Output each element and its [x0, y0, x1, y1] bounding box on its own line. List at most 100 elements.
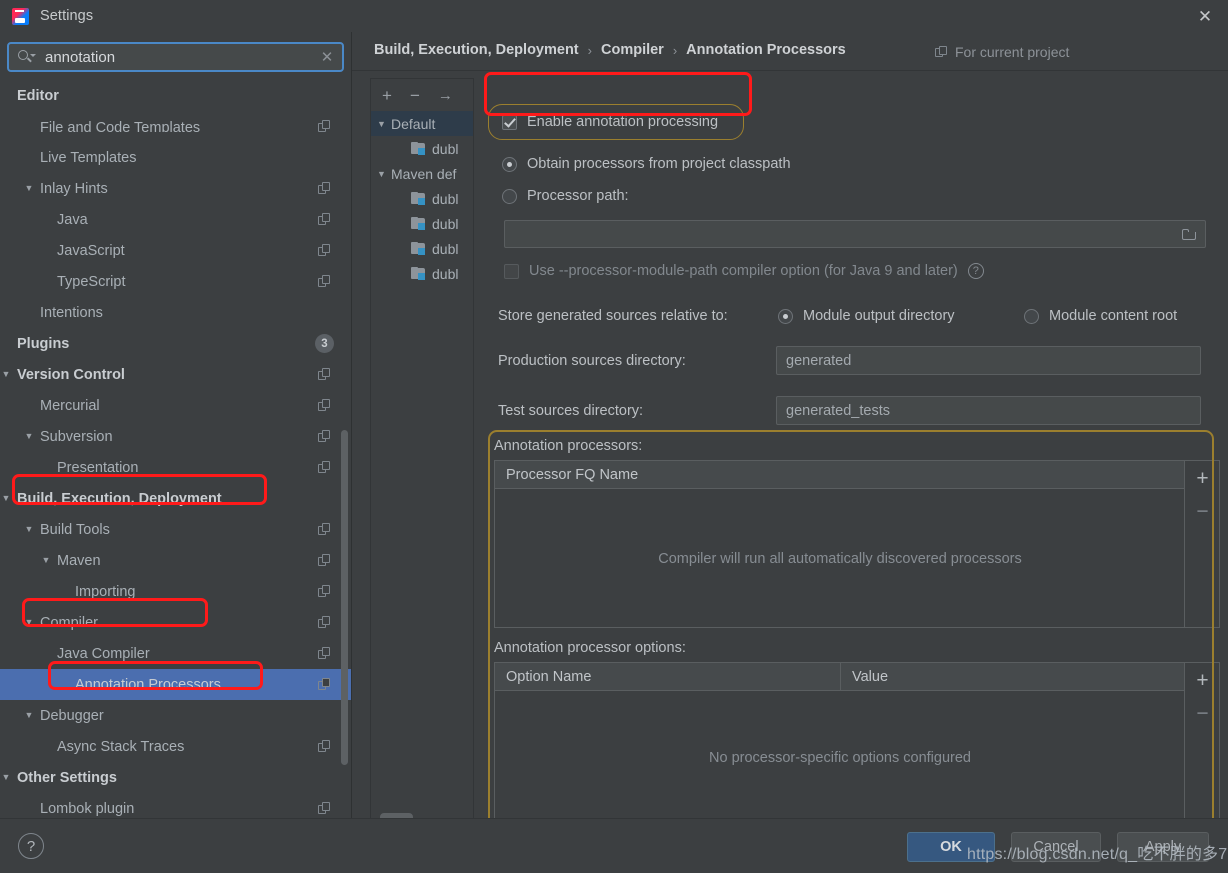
sidebar-item-java-compiler[interactable]: Java Compiler [0, 638, 351, 669]
sidebar-item-other-settings[interactable]: ▼ Other Settings [0, 762, 351, 793]
copy-icon[interactable] [318, 244, 331, 257]
column-value[interactable]: Value [840, 663, 1185, 690]
add-option-button[interactable]: + [1185, 670, 1220, 691]
remove-profile-button[interactable]: − [410, 87, 420, 104]
sidebar-item-file-and-code-templates[interactable]: File and Code Templates [0, 111, 351, 142]
test-sources-input[interactable]: generated_tests [776, 396, 1201, 425]
processor-path-input[interactable] [504, 220, 1206, 248]
copy-icon[interactable] [318, 678, 331, 691]
module-row[interactable]: dubl [371, 236, 473, 261]
processor-path-row[interactable]: Processor path: [502, 188, 629, 204]
annotation-processors-table[interactable]: Processor FQ Name Compiler will run all … [494, 460, 1220, 628]
copy-icon[interactable] [318, 740, 331, 753]
module-icon [411, 242, 427, 255]
breadcrumb-item-0[interactable]: Build, Execution, Deployment [374, 42, 579, 58]
sidebar-item-typescript[interactable]: TypeScript [0, 266, 351, 297]
sidebar-item-mercurial[interactable]: Mercurial [0, 390, 351, 421]
use-processor-module-path-row[interactable]: Use --processor-module-path compiler opt… [504, 263, 984, 279]
sidebar-item-inlay-hints[interactable]: ▼ Inlay Hints [0, 173, 351, 204]
close-icon[interactable]: ✕ [1182, 0, 1228, 32]
chevron-down-icon[interactable]: ▼ [0, 773, 12, 782]
sidebar-item-editor[interactable]: Editor [0, 80, 351, 111]
sidebar-item-compiler[interactable]: ▼ Compiler [0, 607, 351, 638]
help-icon[interactable]: ? [967, 263, 984, 279]
column-option-name[interactable]: Option Name [495, 663, 840, 690]
add-processor-button[interactable]: + [1185, 468, 1220, 489]
sidebar-item-plugins[interactable]: Plugins 3 [0, 328, 351, 359]
module-row[interactable]: dubl [371, 186, 473, 211]
obtain-from-classpath-row[interactable]: Obtain processors from project classpath [502, 156, 791, 172]
enable-annotation-processing-row[interactable]: Enable annotation processing [502, 114, 718, 130]
sidebar-item-maven[interactable]: ▼ Maven [0, 545, 351, 576]
sidebar-item-java[interactable]: Java [0, 204, 351, 235]
chevron-down-icon[interactable]: ▼ [0, 494, 12, 503]
copy-icon[interactable] [318, 585, 331, 598]
processor-path-radio[interactable] [502, 188, 517, 204]
search-input[interactable] [45, 48, 312, 66]
sidebar-item-presentation[interactable]: Presentation [0, 452, 351, 483]
copy-icon[interactable] [318, 120, 331, 133]
chevron-down-icon[interactable]: ▼ [23, 618, 35, 627]
breadcrumb-item-1[interactable]: Compiler [601, 42, 664, 58]
chevron-down-icon[interactable]: ▼ [23, 432, 35, 441]
copy-icon[interactable] [318, 554, 331, 567]
add-profile-button[interactable]: + [382, 87, 392, 104]
copy-icon[interactable] [318, 213, 331, 226]
copy-icon[interactable] [318, 430, 331, 443]
sidebar-item-javascript[interactable]: JavaScript [0, 235, 351, 266]
sidebar-scrollbar[interactable] [341, 430, 348, 765]
chevron-down-icon[interactable]: ▼ [23, 525, 35, 534]
sidebar-item-build-execution-deployment[interactable]: ▼ Build, Execution, Deployment [0, 483, 351, 514]
use-processor-module-path-checkbox[interactable] [504, 263, 519, 279]
sidebar-item-annotation-processors[interactable]: Annotation Processors [0, 669, 351, 700]
copy-icon[interactable] [318, 616, 331, 629]
sidebar-item-importing[interactable]: Importing [0, 576, 351, 607]
chevron-down-icon[interactable]: ▼ [377, 119, 391, 129]
clear-icon[interactable]: ✕ [312, 48, 342, 66]
module-row-label: dubl [432, 215, 459, 232]
chevron-down-icon[interactable]: ▼ [23, 711, 35, 720]
folder-icon[interactable] [1182, 228, 1197, 240]
chevron-down-icon[interactable]: ▼ [40, 556, 52, 565]
copy-icon[interactable] [318, 399, 331, 412]
chevron-down-icon[interactable]: ▼ [0, 370, 12, 379]
sidebar-item-debugger[interactable]: ▼ Debugger [0, 700, 351, 731]
copy-icon[interactable] [318, 647, 331, 660]
sidebar-item-subversion[interactable]: ▼ Subversion [0, 421, 351, 452]
search-box[interactable]: ✕ [7, 42, 344, 72]
copy-icon[interactable] [318, 802, 331, 815]
enable-annotation-processing-checkbox[interactable] [502, 114, 517, 130]
copy-icon[interactable] [318, 275, 331, 288]
module-output-directory-radio[interactable] [778, 308, 793, 324]
help-button[interactable]: ? [18, 833, 44, 859]
annotation-processor-options-table[interactable]: Option Name Value No processor-specific … [494, 662, 1220, 824]
copy-icon[interactable] [318, 368, 331, 381]
remove-option-button[interactable]: − [1185, 703, 1220, 724]
module-content-root-row[interactable]: Module content root [1024, 308, 1177, 324]
production-sources-input[interactable]: generated [776, 346, 1201, 375]
sidebar-item-lombok-plugin[interactable]: Lombok plugin [0, 793, 351, 818]
annotation-processor-settings: Enable annotation processing Obtain proc… [482, 78, 1222, 834]
module-row[interactable]: dubl [371, 211, 473, 236]
chevron-down-icon[interactable]: ▼ [377, 169, 391, 179]
copy-icon[interactable] [318, 523, 331, 536]
column-processor-fq-name[interactable]: Processor FQ Name [495, 461, 1185, 488]
sidebar-item-async-stack-traces[interactable]: Async Stack Traces [0, 731, 351, 762]
sidebar-item-live-templates[interactable]: Live Templates [0, 142, 351, 173]
obtain-from-classpath-label: Obtain processors from project classpath [527, 156, 791, 172]
obtain-from-classpath-radio[interactable] [502, 156, 517, 172]
sidebar-item-intentions[interactable]: Intentions [0, 297, 351, 328]
module-content-root-radio[interactable] [1024, 308, 1039, 324]
module-row[interactable]: dubl [371, 261, 473, 286]
sidebar-item-build-tools[interactable]: ▼ Build Tools [0, 514, 351, 545]
chevron-down-icon[interactable]: ▼ [23, 184, 35, 193]
sidebar-item-version-control[interactable]: ▼ Version Control [0, 359, 351, 390]
remove-processor-button[interactable]: − [1185, 501, 1220, 522]
module-output-directory-row[interactable]: Module output directory [778, 308, 955, 324]
module-row[interactable]: ▼ Maven def [371, 161, 473, 186]
move-to-profile-button[interactable]: → [438, 88, 453, 103]
copy-icon[interactable] [318, 182, 331, 195]
module-row[interactable]: dubl [371, 136, 473, 161]
copy-icon[interactable] [318, 461, 331, 474]
module-row[interactable]: ▼ Default [371, 111, 473, 136]
